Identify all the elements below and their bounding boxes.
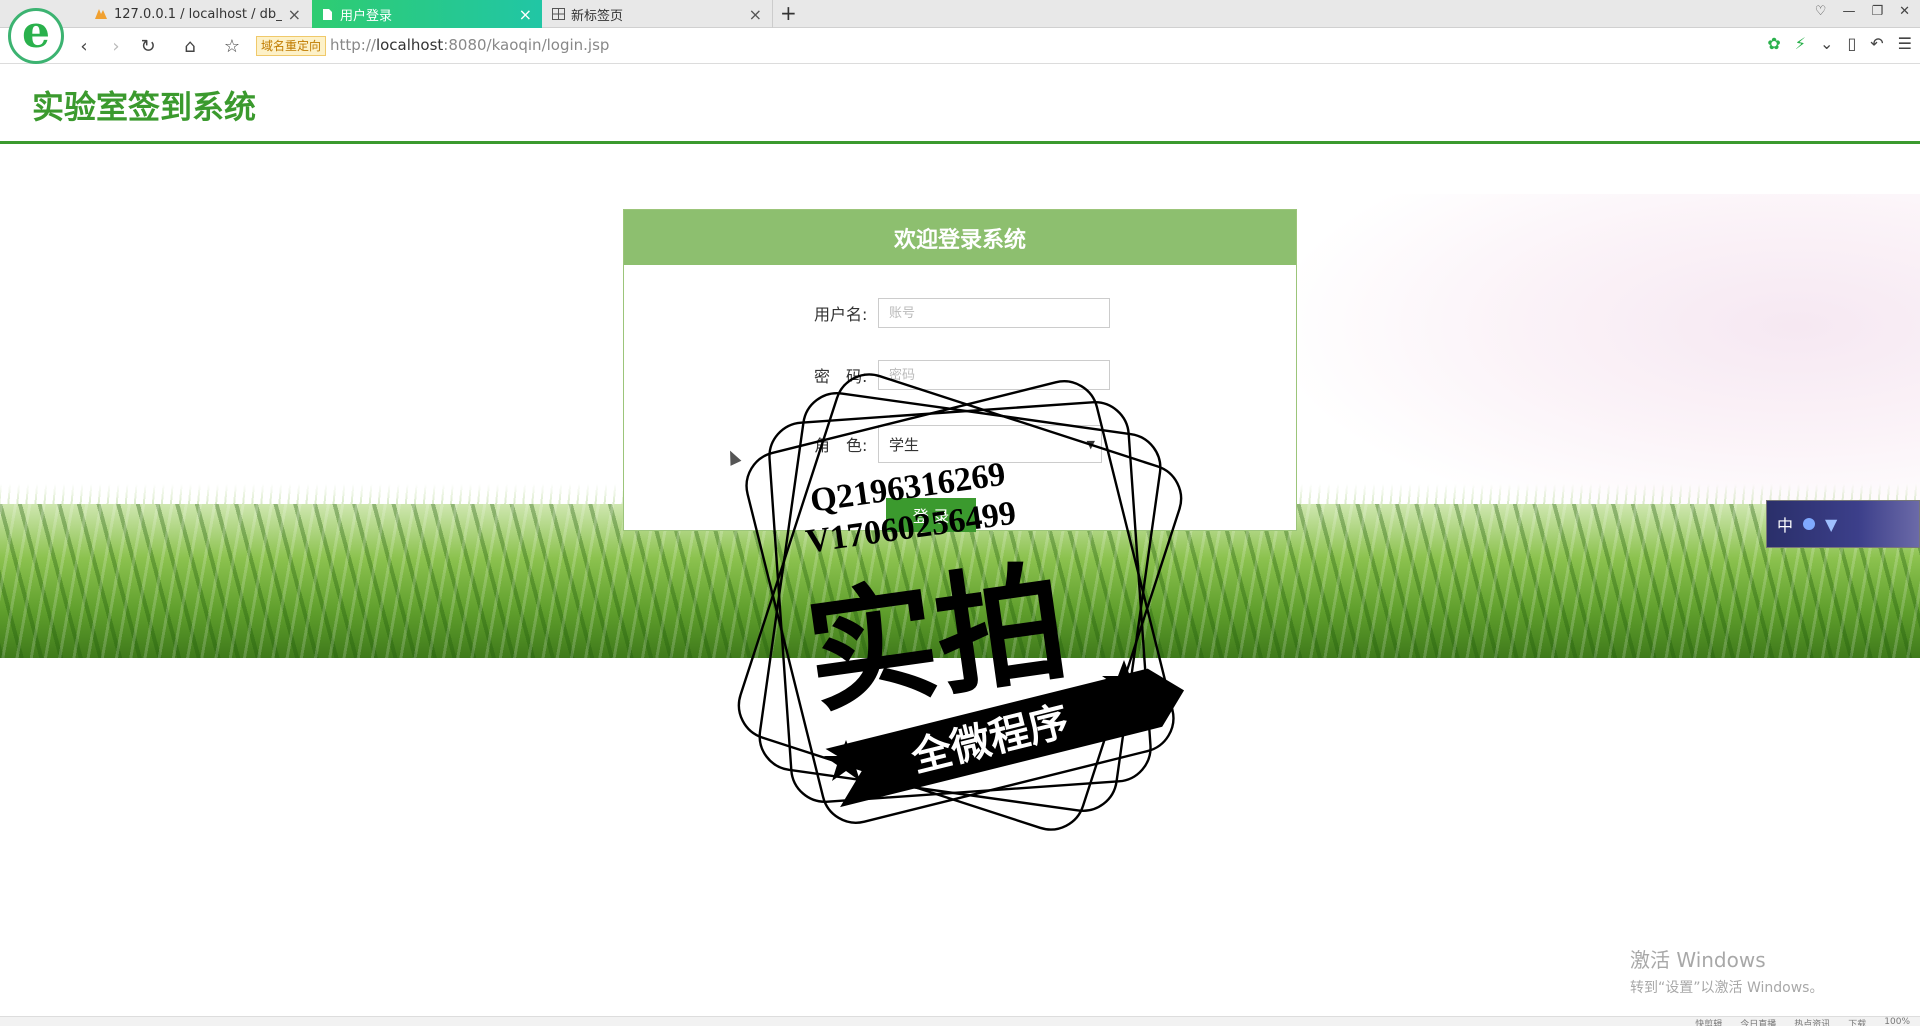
- menu-icon[interactable]: ☰: [1898, 34, 1912, 53]
- minimize-icon[interactable]: —: [1842, 4, 1855, 19]
- username-input[interactable]: [878, 298, 1110, 328]
- tab-bar: 127.0.0.1 / localhost / db_kaoqin × 用户登录…: [0, 0, 1920, 28]
- nav-right-tools: ✿ ⚡ ⌄ ▯ ↶ ☰: [1767, 34, 1912, 53]
- close-icon[interactable]: ×: [749, 5, 762, 24]
- url-field[interactable]: http://localhost:8080/kaoqin/login.jsp: [330, 36, 609, 54]
- status-bar: 快剪辑 今日直播 热点资讯 下载 100%: [0, 1016, 1920, 1026]
- role-row: 角 色: 学生 ▼: [814, 425, 1102, 463]
- address-bar: ‹ › ↻ ⌂ ☆ 域名重定向 http://localhost:8080/ka…: [0, 28, 1920, 64]
- username-label: 用户名:: [814, 305, 868, 324]
- login-panel: 欢迎登录系统 用户名: 密 码: 角 色: 学生 ▼ 登 录: [623, 209, 1297, 532]
- tab-login[interactable]: 用户登录 ×: [312, 0, 542, 28]
- phpmyadmin-icon: [94, 7, 108, 21]
- login-button[interactable]: 登 录: [886, 498, 976, 532]
- restore-icon[interactable]: ❐: [1871, 4, 1883, 19]
- dropdown-icon[interactable]: ⌄: [1820, 34, 1833, 53]
- statusbar-item[interactable]: 今日直播: [1740, 1017, 1776, 1026]
- ime-mode-label: 中: [1777, 516, 1794, 535]
- close-icon[interactable]: ×: [288, 5, 301, 24]
- star-icon: [824, 740, 868, 781]
- lightning-icon[interactable]: ⚡: [1795, 34, 1806, 53]
- security-icon[interactable]: ✿: [1767, 34, 1780, 53]
- url-path: :8080/kaoqin/login.jsp: [443, 36, 610, 54]
- tab-phpmyadmin[interactable]: 127.0.0.1 / localhost / db_kaoqin ×: [86, 0, 311, 28]
- statusbar-item[interactable]: 下载: [1848, 1017, 1866, 1026]
- role-select[interactable]: 学生 ▼: [878, 425, 1102, 463]
- star-icon[interactable]: ☆: [220, 34, 244, 58]
- forward-icon[interactable]: ›: [104, 34, 128, 58]
- password-input[interactable]: [878, 360, 1110, 390]
- site-header: 实验室签到系统: [0, 64, 1920, 144]
- password-row: 密 码:: [814, 360, 1110, 390]
- undo-icon[interactable]: ↶: [1870, 34, 1883, 53]
- role-label: 角 色:: [814, 436, 868, 455]
- activation-subtitle: 转到“设置”以激活 Windows。: [1630, 980, 1824, 996]
- back-icon[interactable]: ‹: [72, 34, 96, 58]
- tab-label: 用户登录: [340, 8, 393, 24]
- background-haze: [1300, 194, 1920, 524]
- site-title: 实验室签到系统: [32, 88, 257, 126]
- username-row: 用户名:: [814, 298, 1110, 328]
- stamp-banner-text: 全微程序: [906, 698, 1073, 782]
- new-tab-button[interactable]: +: [780, 1, 797, 25]
- shirt-icon: ▼: [1825, 514, 1838, 534]
- close-window-icon[interactable]: ✕: [1899, 4, 1910, 19]
- role-value: 学生: [889, 435, 920, 454]
- window-controls: ♡ — ❐ ✕: [1815, 4, 1910, 19]
- statusbar-item[interactable]: 快剪辑: [1695, 1017, 1722, 1026]
- tab-label: 127.0.0.1 / localhost / db_kaoqin: [114, 6, 282, 22]
- browser-logo[interactable]: e: [8, 8, 64, 64]
- tab-label: 新标签页: [571, 8, 624, 24]
- refresh-icon[interactable]: ↻: [136, 34, 160, 58]
- home-icon[interactable]: ⌂: [178, 34, 202, 58]
- login-heading: 欢迎登录系统: [624, 210, 1296, 265]
- statusbar-item[interactable]: 热点资讯: [1794, 1017, 1830, 1026]
- page-content: 实验室签到系统 欢迎登录系统 用户名: 密 码: 角 色: 学生 ▼ 登 录: [0, 64, 1920, 1016]
- skin-icon[interactable]: ♡: [1815, 4, 1827, 19]
- ime-widget[interactable]: 中 ▼: [1766, 500, 1920, 548]
- redirect-badge[interactable]: 域名重定向: [256, 36, 327, 56]
- windows-activation-watermark: 激活 Windows 转到“设置”以激活 Windows。: [1630, 944, 1823, 997]
- zoom-level[interactable]: 100%: [1884, 1017, 1910, 1026]
- activation-title: 激活 Windows: [1630, 948, 1766, 972]
- chevron-down-icon: ▼: [1086, 437, 1095, 451]
- password-label: 密 码:: [814, 367, 868, 386]
- moon-icon: [1803, 518, 1816, 530]
- url-host: localhost: [375, 36, 444, 54]
- grid-icon: [551, 7, 565, 21]
- star-icon: [1102, 660, 1146, 701]
- bookmark-icon[interactable]: ▯: [1847, 34, 1856, 53]
- url-prefix: http://: [330, 36, 376, 54]
- close-icon[interactable]: ×: [519, 5, 532, 24]
- page-icon: [320, 7, 334, 21]
- tab-new[interactable]: 新标签页 ×: [543, 0, 773, 28]
